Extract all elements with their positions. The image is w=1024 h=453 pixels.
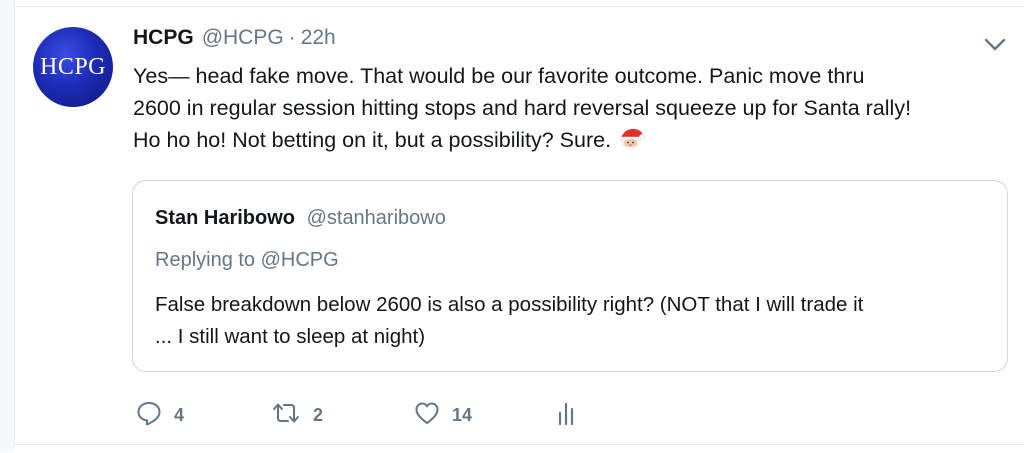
retweet-icon: [271, 400, 301, 431]
quoted-tweet-header: Stan Haribowo @stanharibowo: [155, 207, 446, 230]
reply-button[interactable]: 4: [136, 400, 184, 431]
reply-count: 4: [174, 405, 185, 425]
handle[interactable]: @HCPG: [202, 26, 284, 50]
tweet-text-line: Ho ho ho! Not betting on it, but a possi…: [133, 124, 1013, 156]
tweet-text-line-content: Ho ho ho! Not betting on it, but a possi…: [133, 128, 612, 152]
quoted-display-name: Stan Haribowo: [155, 207, 296, 229]
quoted-tweet[interactable]: Stan Haribowo @stanharibowo Replying to …: [132, 180, 1008, 372]
like-icon: [414, 400, 440, 431]
tweet-text-line: 2600 in regular session hitting stops an…: [133, 96, 912, 120]
display-name[interactable]: HCPG: [133, 26, 194, 50]
like-button[interactable]: 14: [414, 400, 472, 431]
santa-claus-icon: [617, 126, 645, 152]
page-left-edge: [0, 0, 15, 452]
avatar-logo-text: HCPG: [39, 53, 107, 80]
tweet-header: HCPG @HCPG · 22h: [133, 26, 336, 54]
replying-to-label: Replying to @HCPG: [155, 249, 339, 271]
avatar[interactable]: HCPG: [33, 27, 113, 107]
retweet-button[interactable]: 2: [271, 400, 323, 431]
separator-dot: ·: [288, 26, 296, 49]
timestamp[interactable]: 22h: [301, 26, 336, 50]
reply-icon: [136, 400, 162, 431]
quoted-text-line: False breakdown below 2600 is also a pos…: [155, 293, 864, 316]
chevron-down-icon[interactable]: [982, 34, 1008, 54]
tweet-text: Yes— head fake move. That would be our f…: [133, 60, 1013, 156]
analytics-button[interactable]: [555, 400, 581, 431]
retweet-count: 2: [313, 405, 324, 425]
top-divider: [14, 0, 1024, 7]
quoted-text-line: ... I still want to sleep at night): [155, 325, 426, 348]
tweet-text-line: Yes— head fake move. That would be our f…: [133, 64, 865, 88]
like-count: 14: [452, 405, 473, 425]
quoted-tweet-text: False breakdown below 2600 is also a pos…: [155, 289, 995, 353]
analytics-icon: [555, 400, 581, 431]
quoted-handle: @stanharibowo: [306, 207, 446, 229]
